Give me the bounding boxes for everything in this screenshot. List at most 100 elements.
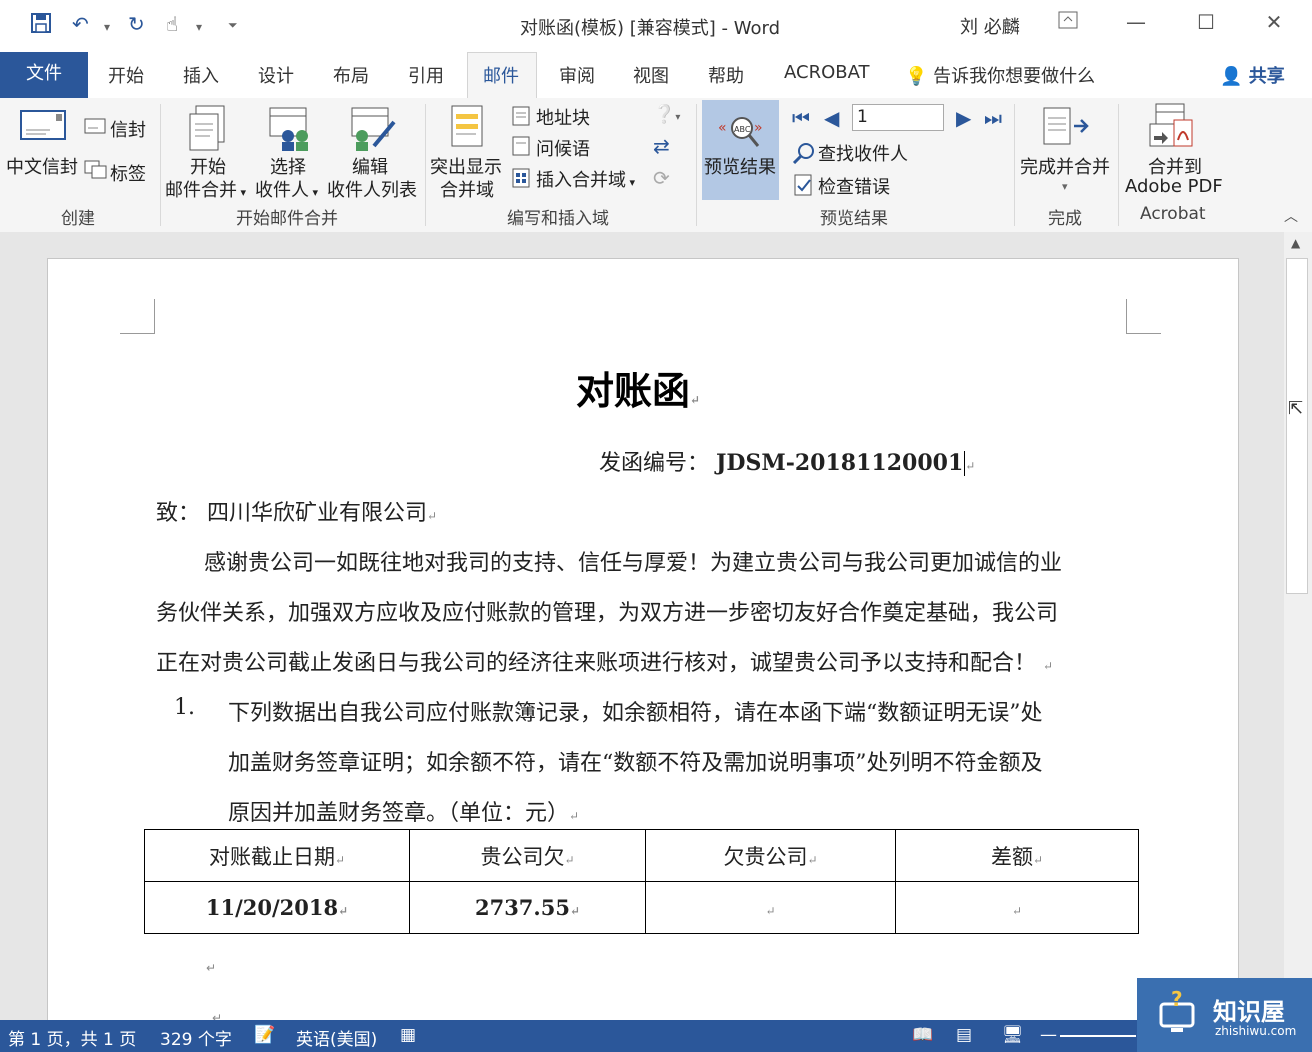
tab-review[interactable]: 审阅 xyxy=(559,62,595,88)
tab-references[interactable]: 引用 xyxy=(408,62,444,88)
page-count[interactable]: 第 1 页，共 1 页 xyxy=(8,1025,136,1050)
highlight-merge-fields-icon xyxy=(450,104,486,154)
tab-file[interactable]: 文件 xyxy=(0,52,88,98)
labels-icon xyxy=(84,160,108,184)
document-page[interactable]: 对账函↵ 发函编号： JDSM-20181120001 ↵ 致： 四川华欣矿业有限… xyxy=(47,258,1239,1020)
merge-pdf-label-2[interactable]: Adobe PDF xyxy=(1125,176,1223,197)
ribbon-mailings: 中文信封 信封 标签 创建 开始 邮件合并 ▾ 选择 收件人 ▾ 编辑 收件人列… xyxy=(0,98,1312,233)
group-separator xyxy=(425,104,426,226)
word-count[interactable]: 329 个字 xyxy=(160,1025,232,1050)
greeting-line-button[interactable]: 问候语 xyxy=(536,135,590,161)
start-merge-button[interactable]: 邮件合并 ▾ xyxy=(165,176,246,202)
rules-icon[interactable]: ❔▾ xyxy=(653,104,680,125)
document-area[interactable]: 对账函↵ 发函编号： JDSM-20181120001 ↵ 致： 四川华欣矿业有限… xyxy=(0,232,1284,1020)
preview-magnifier-icon: « ABC» xyxy=(718,112,764,156)
scrollbar-thumb[interactable] xyxy=(1286,258,1308,594)
recipient-line: 致： 四川华欣矿业有限公司↵ xyxy=(156,501,438,526)
edit-recipients-label-2[interactable]: 收件人列表 xyxy=(327,176,417,202)
finish-merge-icon xyxy=(1042,106,1092,154)
tab-insert[interactable]: 插入 xyxy=(183,62,219,88)
web-layout-icon[interactable]: 🖥 xyxy=(1002,1025,1024,1045)
preview-results-button[interactable]: « ABC» 预览结果 xyxy=(702,100,779,200)
share-button[interactable]: 👤 共享 xyxy=(1220,62,1285,88)
crop-mark-left xyxy=(120,299,155,334)
first-record-icon[interactable]: ⏮ xyxy=(792,106,810,130)
group-label-start-merge: 开始邮件合并 xyxy=(236,209,338,229)
svg-text:«: « xyxy=(718,120,727,136)
paragraph-mark: ↵ xyxy=(206,961,217,975)
touch-dropdown-icon[interactable]: ▾ xyxy=(196,20,202,34)
previous-record-icon[interactable]: ◀ xyxy=(824,106,839,130)
envelopes-button[interactable]: 信封 xyxy=(110,116,146,142)
edit-recipient-list-icon xyxy=(350,106,398,156)
read-mode-icon[interactable]: 📖 xyxy=(912,1025,933,1045)
tell-me-box[interactable]: 💡 告诉我你想要做什么 xyxy=(905,62,1095,88)
update-labels-icon: ⟳ xyxy=(653,166,670,190)
language-indicator[interactable]: 英语(美国) xyxy=(296,1025,377,1050)
lightbulb-icon: 💡 xyxy=(905,66,928,87)
group-label-create: 创建 xyxy=(61,209,95,229)
zoom-out-icon[interactable]: — xyxy=(1040,1025,1057,1045)
last-record-icon[interactable]: ⏭ xyxy=(984,106,1002,130)
collapse-ribbon-icon[interactable]: ︿ xyxy=(1284,206,1298,226)
tab-design[interactable]: 设计 xyxy=(258,62,294,88)
tell-me-label: 告诉我你想要做什么 xyxy=(933,66,1096,87)
select-recipients-icon xyxy=(268,106,314,156)
table-cell-difference[interactable]: ↵ xyxy=(895,881,1139,934)
group-separator xyxy=(1014,104,1015,226)
labels-button[interactable]: 标签 xyxy=(110,160,146,186)
tab-home[interactable]: 开始 xyxy=(108,62,144,88)
dropdown-arrow-icon: ▾ xyxy=(626,176,636,189)
proofing-icon[interactable]: 📝 xyxy=(254,1025,275,1045)
list-item-line-3: 原因并加盖财务签章。（单位：元）↵ xyxy=(228,801,580,826)
table-header-cell[interactable]: 差额↵ xyxy=(895,829,1139,882)
touch-mode-icon[interactable]: ☝ xyxy=(166,12,178,36)
ribbon-display-options-icon[interactable] xyxy=(1048,10,1088,34)
minimize-icon[interactable]: — xyxy=(1116,10,1156,34)
save-icon[interactable] xyxy=(30,12,52,39)
ribbon-tabs: 文件 开始 插入 设计 布局 引用 邮件 审阅 视图 帮助 ACROBAT 💡 … xyxy=(0,52,1312,98)
group-label-write-insert: 编写和插入域 xyxy=(507,209,609,229)
zoom-slider[interactable] xyxy=(1060,1035,1136,1037)
table-cell-owed-to-you[interactable]: ↵ xyxy=(645,881,896,934)
next-record-icon[interactable]: ▶ xyxy=(956,106,971,130)
print-layout-icon[interactable]: ▤ xyxy=(956,1025,972,1045)
tab-help[interactable]: 帮助 xyxy=(708,62,744,88)
tab-mailings[interactable]: 邮件 xyxy=(483,62,519,88)
table-header-cell[interactable]: 贵公司欠↵ xyxy=(409,829,646,882)
table-header-cell[interactable]: 欠贵公司↵ xyxy=(645,829,896,882)
svg-text:»: » xyxy=(754,120,763,136)
select-recipients-button[interactable]: 收件人 ▾ xyxy=(255,176,318,202)
table-cell-date[interactable]: 11/20/2018↵ xyxy=(144,881,410,934)
user-name[interactable]: 刘 必麟 xyxy=(960,13,1020,39)
tab-acrobat[interactable]: ACROBAT xyxy=(784,62,870,83)
tab-view[interactable]: 视图 xyxy=(633,62,669,88)
tab-layout[interactable]: 布局 xyxy=(333,62,369,88)
redo-icon[interactable]: ↻ xyxy=(128,12,145,36)
table-row: 11/20/2018↵ 2737.55↵ ↵ ↵ xyxy=(144,881,1139,934)
start-mail-merge-icon xyxy=(186,104,230,158)
find-recipient-button[interactable]: 查找收件人 xyxy=(818,140,908,166)
close-icon[interactable]: ✕ xyxy=(1254,10,1294,34)
group-separator xyxy=(1118,104,1119,226)
check-errors-button[interactable]: 检查错误 xyxy=(818,173,890,199)
highlight-label-2[interactable]: 合并域 xyxy=(440,176,494,202)
maximize-icon[interactable]: ☐ xyxy=(1186,10,1226,34)
undo-dropdown-icon[interactable]: ▾ xyxy=(104,20,110,34)
svg-text:ABC: ABC xyxy=(734,125,751,134)
record-number-input[interactable]: 1 xyxy=(852,104,944,131)
dropdown-arrow-icon[interactable]: ▾ xyxy=(1062,180,1068,193)
body-line-2: 务伙伴关系，加强双方应收及应付账款的管理，为双方进一步密切友好合作奠定基础，我公… xyxy=(156,601,1059,626)
insert-merge-field-button[interactable]: 插入合并域 ▾ xyxy=(536,166,635,192)
dropdown-arrow-icon: ▾ xyxy=(237,186,247,199)
address-block-button[interactable]: 地址块 xyxy=(536,104,590,130)
macro-recording-icon[interactable]: ▦ xyxy=(400,1025,416,1045)
finish-merge-button[interactable]: 完成并合并 xyxy=(1020,153,1110,179)
customize-qat-icon[interactable]: ⏷ xyxy=(228,18,238,33)
undo-icon[interactable]: ↶ xyxy=(72,12,89,36)
match-fields-icon[interactable]: ⇄ xyxy=(653,134,670,158)
table-cell-owed-by-you[interactable]: 2737.55↵ xyxy=(409,881,646,934)
scroll-up-icon[interactable]: ▲ xyxy=(1291,236,1300,250)
envelope-zh-button[interactable]: 中文信封 xyxy=(6,153,78,179)
table-header-cell[interactable]: 对账截止日期↵ xyxy=(144,829,410,882)
